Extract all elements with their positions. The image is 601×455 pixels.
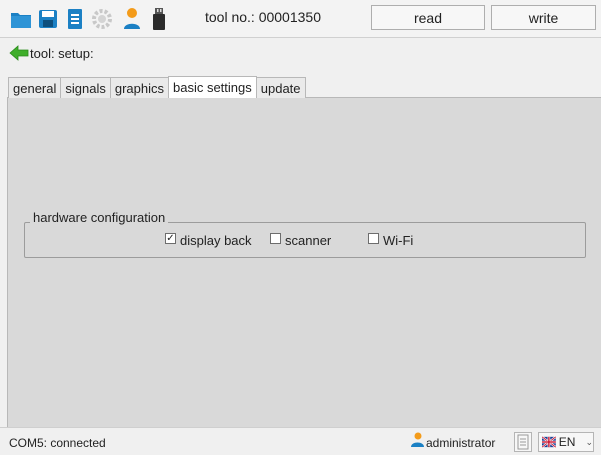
app-window: tool no.: 00001350 read write tool: setu… [0, 0, 601, 455]
settings-panel [7, 97, 601, 427]
checkbox-label: Wi-Fi [383, 233, 414, 248]
checkbox-box[interactable] [270, 233, 281, 244]
connection-status: COM5: connected [9, 436, 106, 450]
breadcrumb-label: tool: setup: [30, 46, 94, 61]
write-button[interactable]: write [491, 5, 596, 30]
chevron-down-icon: ⌄ [585, 436, 593, 447]
back-arrow-icon[interactable] [9, 43, 29, 63]
usb-drive-icon[interactable] [148, 7, 170, 31]
tab-graphics[interactable]: graphics [109, 77, 169, 98]
user-icon [409, 432, 425, 448]
tool-number: tool no.: 00001350 [205, 9, 321, 25]
checkbox-label: scanner [285, 233, 332, 248]
hardware-config-title: hardware configuration [30, 210, 169, 225]
document-icon [517, 434, 529, 450]
list-icon[interactable] [64, 7, 86, 31]
tab-general[interactable]: general [8, 77, 62, 98]
checkbox-box[interactable]: ✓ [165, 233, 176, 244]
save-icon[interactable] [37, 7, 59, 31]
tab-update[interactable]: update [255, 77, 306, 98]
tab-signals[interactable]: signals [60, 77, 111, 98]
log-button[interactable] [514, 432, 532, 452]
checkbox-display-back[interactable]: ✓ display back [165, 233, 252, 248]
user-label: administrator [426, 436, 496, 450]
checkbox-box[interactable] [368, 233, 379, 244]
folder-open-icon[interactable] [10, 7, 32, 31]
uk-flag-icon [542, 436, 556, 448]
language-label: EN [558, 435, 576, 449]
tab-bar: general signals graphics basic settings … [8, 76, 306, 98]
language-select[interactable]: EN ⌄ [538, 432, 594, 452]
checkbox-label: display back [180, 233, 252, 248]
checkbox-scanner[interactable]: scanner [270, 233, 331, 248]
tab-basic-settings[interactable]: basic settings [167, 76, 257, 98]
user-icon[interactable] [120, 7, 142, 31]
checkbox-wifi[interactable]: Wi-Fi [368, 233, 413, 248]
read-button[interactable]: read [371, 5, 485, 30]
gear-icon[interactable] [91, 7, 113, 31]
